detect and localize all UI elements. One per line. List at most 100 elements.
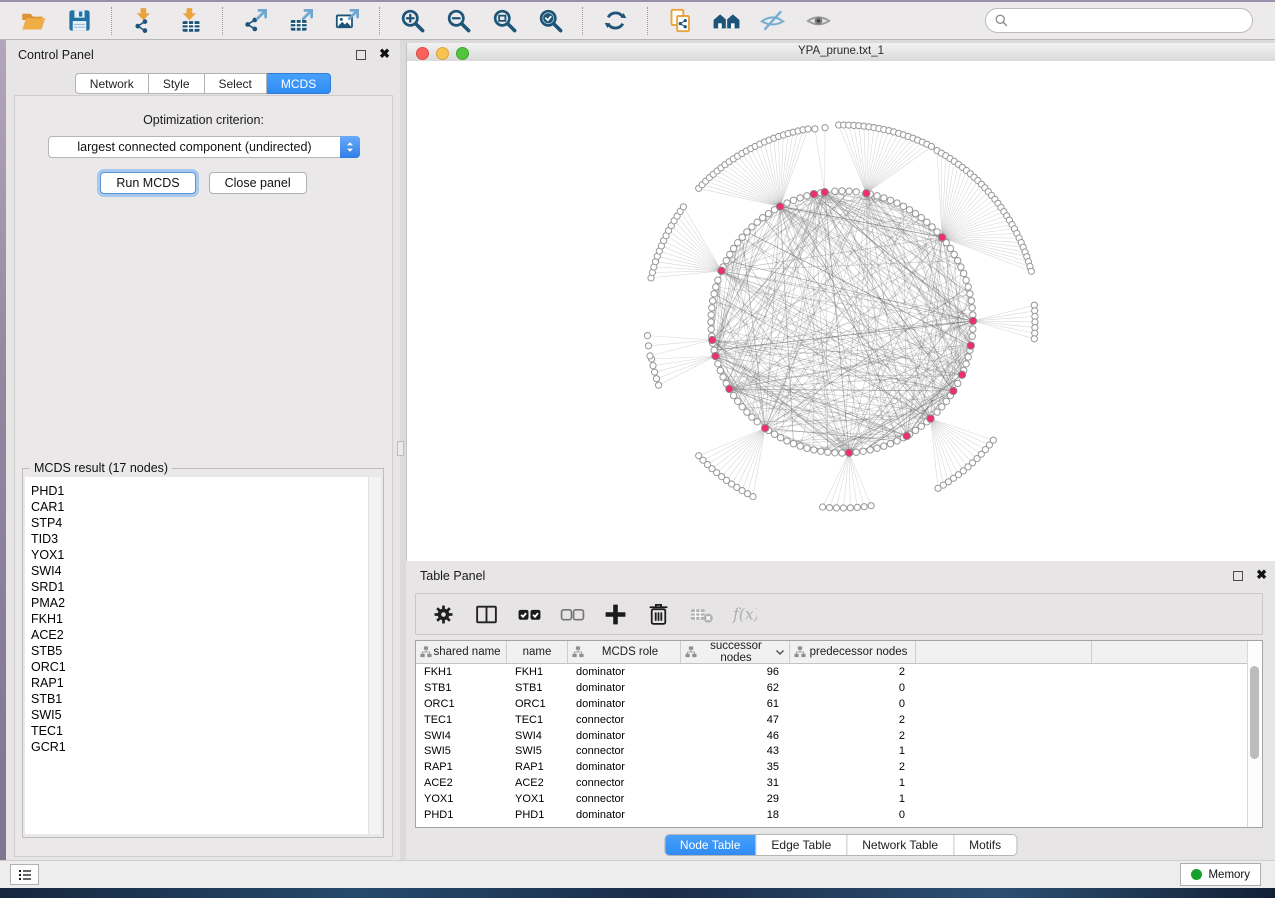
mcds-result-item[interactable]: ORC1 xyxy=(25,659,381,675)
cell[interactable]: connector xyxy=(568,793,681,805)
cell[interactable]: 96 xyxy=(681,666,790,678)
cell[interactable]: 0 xyxy=(790,682,916,694)
mcds-result-item[interactable]: CAR1 xyxy=(25,499,381,515)
table-row[interactable]: ORC1ORC1dominator610 xyxy=(416,696,1262,712)
cell[interactable]: dominator xyxy=(568,682,681,694)
column-header-predecessor-nodes[interactable]: predecessor nodes xyxy=(790,641,916,663)
split-pane-handle[interactable] xyxy=(397,441,404,456)
mcds-result-item[interactable]: SWI4 xyxy=(25,563,381,579)
mcds-result-item[interactable]: RAP1 xyxy=(25,675,381,691)
settings-button[interactable] xyxy=(430,600,458,628)
cell[interactable]: dominator xyxy=(568,698,681,710)
import-table-button[interactable] xyxy=(172,5,208,37)
deselect-all-button[interactable] xyxy=(559,600,587,628)
import-network-button[interactable] xyxy=(126,5,162,37)
cell[interactable]: YOX1 xyxy=(507,793,568,805)
table-row[interactable]: ACE2ACE2connector311 xyxy=(416,775,1262,791)
table-row[interactable]: TEC1TEC1connector472 xyxy=(416,712,1262,728)
table-row[interactable]: YOX1YOX1connector291 xyxy=(416,791,1262,807)
table-row[interactable]: STB1STB1dominator620 xyxy=(416,680,1262,696)
cell[interactable]: 1 xyxy=(790,745,916,757)
cell[interactable]: connector xyxy=(568,777,681,789)
cell[interactable]: PHD1 xyxy=(507,809,568,821)
zoom-out-button[interactable] xyxy=(440,5,476,37)
tab-network[interactable]: Network xyxy=(75,73,149,94)
column-header-MCDS-role[interactable]: MCDS role xyxy=(568,641,681,663)
mcds-result-item[interactable]: GCR1 xyxy=(25,739,381,755)
mcds-result-item[interactable]: YOX1 xyxy=(25,547,381,563)
mcds-result-item[interactable]: SWI5 xyxy=(25,707,381,723)
delete-column-button[interactable] xyxy=(645,600,673,628)
table-scrollbar-thumb[interactable] xyxy=(1250,666,1259,759)
cell[interactable]: FKH1 xyxy=(507,666,568,678)
mcds-result-item[interactable]: STP4 xyxy=(25,515,381,531)
mcds-result-item[interactable]: TID3 xyxy=(25,531,381,547)
cell[interactable]: TEC1 xyxy=(507,714,568,726)
cell[interactable]: connector xyxy=(568,714,681,726)
tab-edge-table[interactable]: Edge Table xyxy=(755,835,846,855)
first-neighbors-button[interactable] xyxy=(708,5,744,37)
run-mcds-button[interactable]: Run MCDS xyxy=(100,172,195,194)
cell[interactable]: RAP1 xyxy=(507,761,568,773)
cell[interactable]: SWI4 xyxy=(416,730,507,742)
cell[interactable]: 61 xyxy=(681,698,790,710)
cell[interactable]: 1 xyxy=(790,793,916,805)
cell[interactable]: SWI5 xyxy=(507,745,568,757)
cell[interactable]: 2 xyxy=(790,730,916,742)
add-column-button[interactable] xyxy=(602,600,630,628)
cell[interactable]: 1 xyxy=(790,777,916,789)
mcds-result-item[interactable]: STB5 xyxy=(25,643,381,659)
table-row[interactable]: SWI4SWI4dominator462 xyxy=(416,728,1262,744)
cell[interactable]: connector xyxy=(568,745,681,757)
close-table-panel-icon[interactable]: ✖ xyxy=(1256,567,1267,583)
cell[interactable]: RAP1 xyxy=(416,761,507,773)
split-columns-button[interactable] xyxy=(473,600,501,628)
table-row[interactable]: RAP1RAP1dominator352 xyxy=(416,759,1262,775)
cell[interactable]: dominator xyxy=(568,730,681,742)
cell[interactable]: 2 xyxy=(790,714,916,726)
export-image-button[interactable] xyxy=(329,5,365,37)
search-box[interactable] xyxy=(985,8,1253,33)
zoom-selected-button[interactable] xyxy=(532,5,568,37)
float-panel-icon[interactable] xyxy=(356,50,366,60)
cell[interactable]: FKH1 xyxy=(416,666,507,678)
tab-select[interactable]: Select xyxy=(205,73,267,94)
search-input[interactable] xyxy=(1014,10,1252,32)
table-row[interactable]: SWI5SWI5connector431 xyxy=(416,743,1262,759)
cell[interactable]: ORC1 xyxy=(507,698,568,710)
network-canvas[interactable] xyxy=(407,61,1275,561)
hide-selected-button[interactable] xyxy=(754,5,790,37)
copy-network-button[interactable] xyxy=(662,5,698,37)
show-all-button[interactable] xyxy=(800,5,836,37)
tab-motifs[interactable]: Motifs xyxy=(953,835,1016,855)
refresh-button[interactable] xyxy=(597,5,633,37)
column-header-successor-nodes[interactable]: successor nodes xyxy=(681,641,790,663)
cell[interactable]: ORC1 xyxy=(416,698,507,710)
tab-node-table[interactable]: Node Table xyxy=(665,835,756,855)
column-header-name[interactable]: name xyxy=(507,641,568,663)
cell[interactable]: 29 xyxy=(681,793,790,805)
open-folder-button[interactable] xyxy=(15,5,51,37)
zoom-fit-button[interactable] xyxy=(486,5,522,37)
cell[interactable]: PHD1 xyxy=(416,809,507,821)
zoom-in-button[interactable] xyxy=(394,5,430,37)
select-all-button[interactable] xyxy=(516,600,544,628)
close-panel-button[interactable]: Close panel xyxy=(209,172,307,194)
cell[interactable]: dominator xyxy=(568,761,681,773)
save-button[interactable] xyxy=(61,5,97,37)
cell[interactable]: 0 xyxy=(790,698,916,710)
cell[interactable]: 18 xyxy=(681,809,790,821)
cell[interactable]: SWI4 xyxy=(507,730,568,742)
cell[interactable]: ACE2 xyxy=(507,777,568,789)
cell[interactable]: 31 xyxy=(681,777,790,789)
tab-mcds[interactable]: MCDS xyxy=(267,73,331,94)
cell[interactable]: 2 xyxy=(790,666,916,678)
cell[interactable]: 46 xyxy=(681,730,790,742)
mcds-result-item[interactable]: TEC1 xyxy=(25,723,381,739)
tab-style[interactable]: Style xyxy=(149,73,205,94)
tab-network-table[interactable]: Network Table xyxy=(846,835,953,855)
mcds-result-item[interactable]: PHD1 xyxy=(25,477,381,499)
cell[interactable]: 2 xyxy=(790,761,916,773)
export-network-button[interactable] xyxy=(237,5,273,37)
table-row[interactable]: FKH1FKH1dominator962 xyxy=(416,664,1262,680)
